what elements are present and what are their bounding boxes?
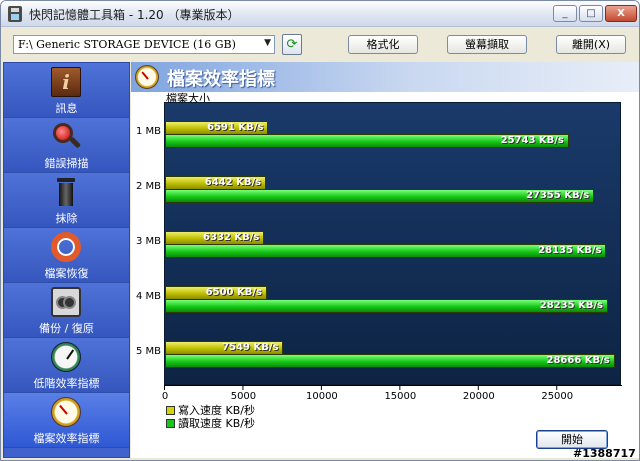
- write-speed-label: 6332 KB/s: [203, 232, 260, 243]
- x-tick-label: 0: [161, 391, 169, 402]
- refresh-button[interactable]: ⟳: [282, 34, 302, 55]
- sidebar-item-label: 檔案恢復: [44, 267, 89, 280]
- chevron-down-icon: ▼: [264, 38, 271, 48]
- info-icon: i: [51, 67, 81, 97]
- write-speed-bar: 6591 KB/s: [165, 121, 269, 135]
- read-speed-label: 28666 KB/s: [546, 355, 610, 366]
- app-window: 快閃記憶體工具箱 - 1.20 （專業版本） _ □ X F:\ Generic…: [0, 0, 640, 461]
- magnifier-icon: [51, 122, 82, 152]
- stopwatch-icon: [51, 342, 81, 372]
- write-speed-label: 6442 KB/s: [204, 177, 262, 188]
- app-icon: [8, 6, 22, 22]
- sidebar: i 訊息 錯誤掃描 抹除 檔案恢復 備份 / 復原 低階效率指標 檔案效率指標: [3, 62, 130, 458]
- write-speed-label: 6500 KB/s: [205, 287, 262, 298]
- tape-icon: [51, 287, 81, 317]
- category-label: 5 MB: [135, 346, 161, 357]
- read-speed-bar: 28666 KB/s: [165, 354, 615, 368]
- read-speed-label: 27355 KB/s: [525, 190, 590, 201]
- category-label: 2 MB: [135, 181, 161, 192]
- format-button[interactable]: 格式化: [348, 35, 418, 54]
- legend-swatch-read: [166, 419, 175, 428]
- sidebar-item-info[interactable]: i 訊息: [4, 63, 129, 118]
- write-speed-bar: 6442 KB/s: [165, 176, 267, 190]
- sidebar-item-label: 備份 / 復原: [39, 322, 94, 335]
- x-tick-label: 5000: [230, 391, 257, 402]
- device-dropdown[interactable]: F:\ Generic STORAGE DEVICE (16 GB) ▼: [13, 35, 275, 54]
- sidebar-item-error-scan[interactable]: 錯誤掃描: [4, 118, 129, 173]
- window-title: 快閃記憶體工具箱 - 1.20 （專業版本）: [29, 8, 240, 22]
- write-speed-label: 6591 KB/s: [207, 122, 264, 133]
- exit-button[interactable]: 離開(X): [556, 35, 626, 54]
- read-speed-bar: 27355 KB/s: [165, 189, 595, 203]
- trash-icon: [51, 177, 81, 207]
- write-speed-bar: 6332 KB/s: [165, 231, 265, 245]
- watermark: #1388717: [573, 447, 636, 460]
- legend-read-label: 讀取速度 KB/秒: [178, 417, 255, 430]
- x-tick-label: 10000: [305, 391, 338, 402]
- benchmark-chart: 6591 KB/s 25743 KB/s 6442 KB/s 27355 KB/s 63…: [164, 102, 621, 385]
- sidebar-item-label: 錯誤掃描: [44, 157, 89, 170]
- read-speed-label: 28135 KB/s: [538, 245, 602, 256]
- content-header: 檔案效率指標: [131, 62, 639, 92]
- sidebar-item-file-benchmark[interactable]: 檔案效率指標: [4, 393, 129, 448]
- read-speed-label: 28235 KB/s: [539, 300, 603, 311]
- page-title: 檔案效率指標: [167, 69, 275, 90]
- sidebar-item-label: 低階效率指標: [33, 377, 100, 390]
- category-label: 4 MB: [135, 291, 161, 302]
- write-speed-label: 7549 KB/s: [222, 342, 279, 353]
- sidebar-item-file-recovery[interactable]: 檔案恢復: [4, 228, 129, 283]
- stopwatch-icon: [51, 397, 81, 427]
- read-speed-bar: 28135 KB/s: [165, 244, 607, 258]
- lifebuoy-icon: [51, 232, 81, 262]
- minimize-button[interactable]: _: [553, 5, 577, 22]
- category-label: 1 MB: [135, 126, 161, 137]
- write-speed-bar: 6500 KB/s: [165, 286, 267, 300]
- sidebar-item-erase[interactable]: 抹除: [4, 173, 129, 228]
- screen-capture-button[interactable]: 螢幕擷取: [447, 35, 527, 54]
- maximize-button[interactable]: □: [579, 5, 603, 22]
- sidebar-item-label: 檔案效率指標: [33, 432, 100, 445]
- category-label: 3 MB: [135, 236, 161, 247]
- title-bar[interactable]: 快閃記憶體工具箱 - 1.20 （專業版本） _ □ X: [1, 1, 639, 27]
- x-tick-label: 20000: [462, 391, 495, 402]
- device-value: F:\ Generic STORAGE DEVICE (16 GB): [18, 38, 236, 51]
- x-tick-label: 15000: [384, 391, 417, 402]
- legend-swatch-write: [166, 406, 175, 415]
- read-speed-bar: 28235 KB/s: [165, 299, 608, 313]
- x-tick-label: 25000: [541, 391, 574, 402]
- read-speed-bar: 25743 KB/s: [165, 134, 569, 148]
- legend-read: 讀取速度 KB/秒: [166, 415, 255, 431]
- write-speed-bar: 7549 KB/s: [165, 341, 284, 355]
- sidebar-item-backup-restore[interactable]: 備份 / 復原: [4, 283, 129, 338]
- close-button[interactable]: X: [605, 5, 637, 22]
- sidebar-item-low-level-benchmark[interactable]: 低階效率指標: [4, 338, 129, 393]
- sidebar-item-label: 抹除: [55, 212, 78, 225]
- refresh-icon: ⟳: [286, 37, 298, 52]
- read-speed-label: 25743 KB/s: [500, 135, 564, 146]
- sidebar-item-label: 訊息: [55, 102, 78, 115]
- stopwatch-icon: [135, 65, 159, 89]
